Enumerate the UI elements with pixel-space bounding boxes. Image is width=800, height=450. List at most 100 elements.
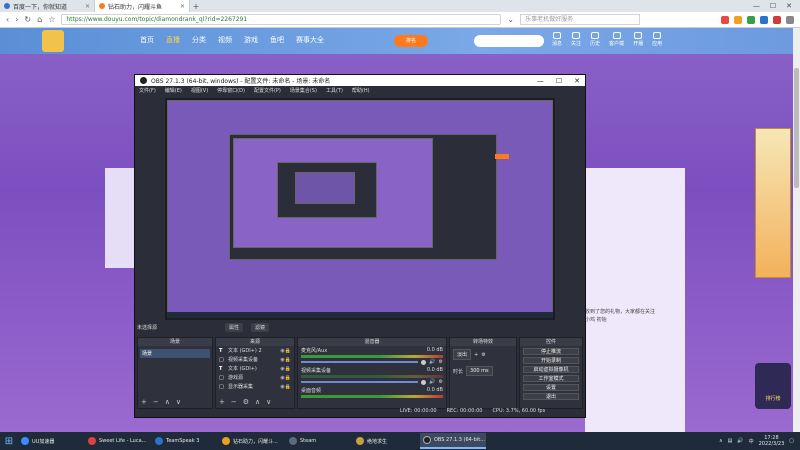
extension-icon[interactable] [721, 15, 729, 24]
taskbar-app-music[interactable]: Sweet Life - Luca... [85, 433, 151, 449]
scene-item[interactable]: 场景 [140, 349, 210, 358]
tray-expand-icon[interactable]: ∧ [719, 438, 723, 444]
taskbar-app-pubg[interactable]: 绝地求生 [353, 433, 419, 449]
close-window-button[interactable]: ✕ [786, 2, 792, 10]
menu-view[interactable]: 视图(V) [191, 87, 208, 94]
network-icon[interactable]: ▤ [728, 438, 733, 444]
start-virtual-camera-button[interactable]: 启动虚拟摄像机 [523, 366, 579, 373]
nav-video[interactable]: 视频 [218, 35, 232, 45]
browser-tab-baidu[interactable]: 百度一下，你就知道 ✕ [0, 0, 95, 12]
move-down-icon[interactable]: ∨ [176, 398, 181, 406]
follow-icon[interactable]: 关注 [571, 32, 581, 47]
source-item[interactable]: □ 游戏源 ◉🔒 [216, 373, 294, 382]
menu-tools[interactable]: 工具(T) [326, 87, 343, 94]
add-icon[interactable]: + [474, 352, 478, 358]
obs-preview-canvas[interactable] [165, 98, 555, 320]
start-recording-button[interactable]: 开始录制 [523, 357, 579, 364]
taskbar-app-browser[interactable]: 钻石助力，闪耀斗... [219, 433, 285, 449]
history-icon[interactable]: 历史 [590, 32, 600, 47]
client-icon[interactable]: 客户端 [609, 32, 624, 47]
visibility-icon[interactable]: ◉🔒 [280, 366, 291, 372]
refresh-icon[interactable]: ↻ [24, 15, 31, 24]
page-scrollbar[interactable] [793, 28, 800, 432]
windows-start-icon[interactable]: ⊞ [0, 432, 18, 450]
site-logo-icon[interactable] [42, 30, 64, 52]
notification-icon[interactable]: ▢ [789, 438, 794, 444]
close-icon[interactable]: ✕ [180, 3, 185, 10]
duration-input[interactable]: 300 ms [466, 366, 493, 376]
exit-button[interactable]: 退出 [523, 393, 579, 400]
remove-icon[interactable]: − [231, 398, 237, 406]
menu-icon[interactable] [786, 15, 794, 24]
volume-knob[interactable] [421, 359, 427, 365]
menu-help[interactable]: 帮助(H) [352, 87, 370, 94]
gear-icon[interactable]: ⚙ [439, 379, 443, 385]
gear-icon[interactable]: ⚙ [439, 359, 443, 365]
speaker-icon[interactable]: 🔊 [429, 379, 435, 385]
visibility-icon[interactable]: ◉🔒 [280, 348, 291, 354]
obs-close-button[interactable]: ✕ [574, 77, 580, 85]
maximize-button[interactable]: ☐ [770, 2, 776, 10]
volume-knob[interactable] [421, 379, 427, 385]
visibility-icon[interactable]: ◉🔒 [280, 384, 291, 390]
move-up-icon[interactable]: ∧ [255, 398, 260, 406]
side-advertisement[interactable] [755, 128, 791, 278]
remove-icon[interactable]: − [153, 398, 159, 406]
extension-icon[interactable] [773, 15, 781, 24]
home-icon[interactable]: ⌂ [37, 15, 42, 24]
rank-badge[interactable]: 排行榜 [755, 363, 791, 409]
taskbar-app-teamspeak[interactable]: TeamSpeak 3 [152, 433, 218, 449]
clock[interactable]: 17:28 2022/3/23 [759, 435, 785, 447]
browser-tab-douyu[interactable]: 钻石助力，闪耀斗鱼 ✕ [95, 0, 190, 12]
extension-icon[interactable] [760, 15, 768, 24]
menu-docks[interactable]: 停靠窗口(D) [217, 87, 245, 94]
filters-button[interactable]: 滤镜 [251, 323, 270, 332]
app-icon[interactable]: 应用 [652, 32, 662, 47]
ime-icon[interactable]: 中 [749, 438, 754, 445]
nav-live[interactable]: 直播 [166, 35, 180, 45]
source-item[interactable]: □ 显示器采集 ◉🔒 [216, 382, 294, 391]
nav-events[interactable]: 赛事大全 [296, 35, 324, 45]
extension-icon[interactable] [734, 15, 742, 24]
rank-button[interactable]: 排名 [394, 35, 428, 47]
speaker-icon[interactable]: 🔊 [429, 359, 435, 365]
source-item[interactable]: T 文本 (GDI+) 2 ◉🔒 [216, 346, 294, 355]
menu-scene-collection[interactable]: 场景集合(S) [290, 87, 317, 94]
add-icon[interactable]: + [141, 398, 147, 406]
obs-maximize-button[interactable]: ☐ [556, 77, 562, 85]
transition-select[interactable]: 淡出 [453, 349, 472, 360]
move-down-icon[interactable]: ∨ [266, 398, 271, 406]
volume-icon[interactable]: 🔊 [737, 438, 743, 444]
new-tab-button[interactable]: + [190, 2, 202, 11]
taskbar-app-uu[interactable]: UU加速器 [18, 433, 84, 449]
gear-icon[interactable]: ⚙ [243, 398, 249, 406]
browser-search-input[interactable]: 乐事老机做好服务 [520, 14, 641, 25]
close-icon[interactable]: ✕ [85, 3, 90, 10]
back-icon[interactable]: ‹ [6, 15, 9, 24]
studio-mode-button[interactable]: 工作室模式 [523, 375, 579, 382]
volume-slider[interactable] [301, 381, 419, 383]
nav-game[interactable]: 游戏 [244, 35, 258, 45]
move-up-icon[interactable]: ∧ [165, 398, 170, 406]
stop-streaming-button[interactable]: 停止推流 [523, 348, 579, 355]
forward-icon[interactable]: › [15, 15, 18, 24]
nav-home[interactable]: 首页 [140, 35, 154, 45]
taskbar-app-steam[interactable]: Steam [286, 433, 352, 449]
visibility-icon[interactable]: ◉🔒 [280, 357, 291, 363]
add-icon[interactable]: + [219, 398, 225, 406]
source-item[interactable]: □ 视频采集设备 ◉🔒 [216, 355, 294, 364]
nav-category[interactable]: 分类 [192, 35, 206, 45]
settings-button[interactable]: 设置 [523, 384, 579, 391]
menu-edit[interactable]: 编辑(E) [165, 87, 182, 94]
volume-slider[interactable] [301, 361, 419, 363]
minimize-button[interactable]: — [753, 2, 760, 10]
source-item[interactable]: T 文本 (GDI+) ◉🔒 [216, 364, 294, 373]
gear-icon[interactable]: ⚙ [481, 352, 485, 358]
menu-file[interactable]: 文件(F) [139, 87, 156, 94]
obs-minimize-button[interactable]: — [537, 77, 544, 85]
properties-button[interactable]: 属性 [225, 323, 244, 332]
menu-profile[interactable]: 配置文件(P) [254, 87, 281, 94]
taskbar-app-obs[interactable]: OBS 27.1.3 (64-bit... [420, 433, 486, 449]
url-input[interactable]: https://www.douyu.com/topic/diamondrank_… [61, 14, 502, 25]
site-search-input[interactable] [474, 35, 544, 47]
